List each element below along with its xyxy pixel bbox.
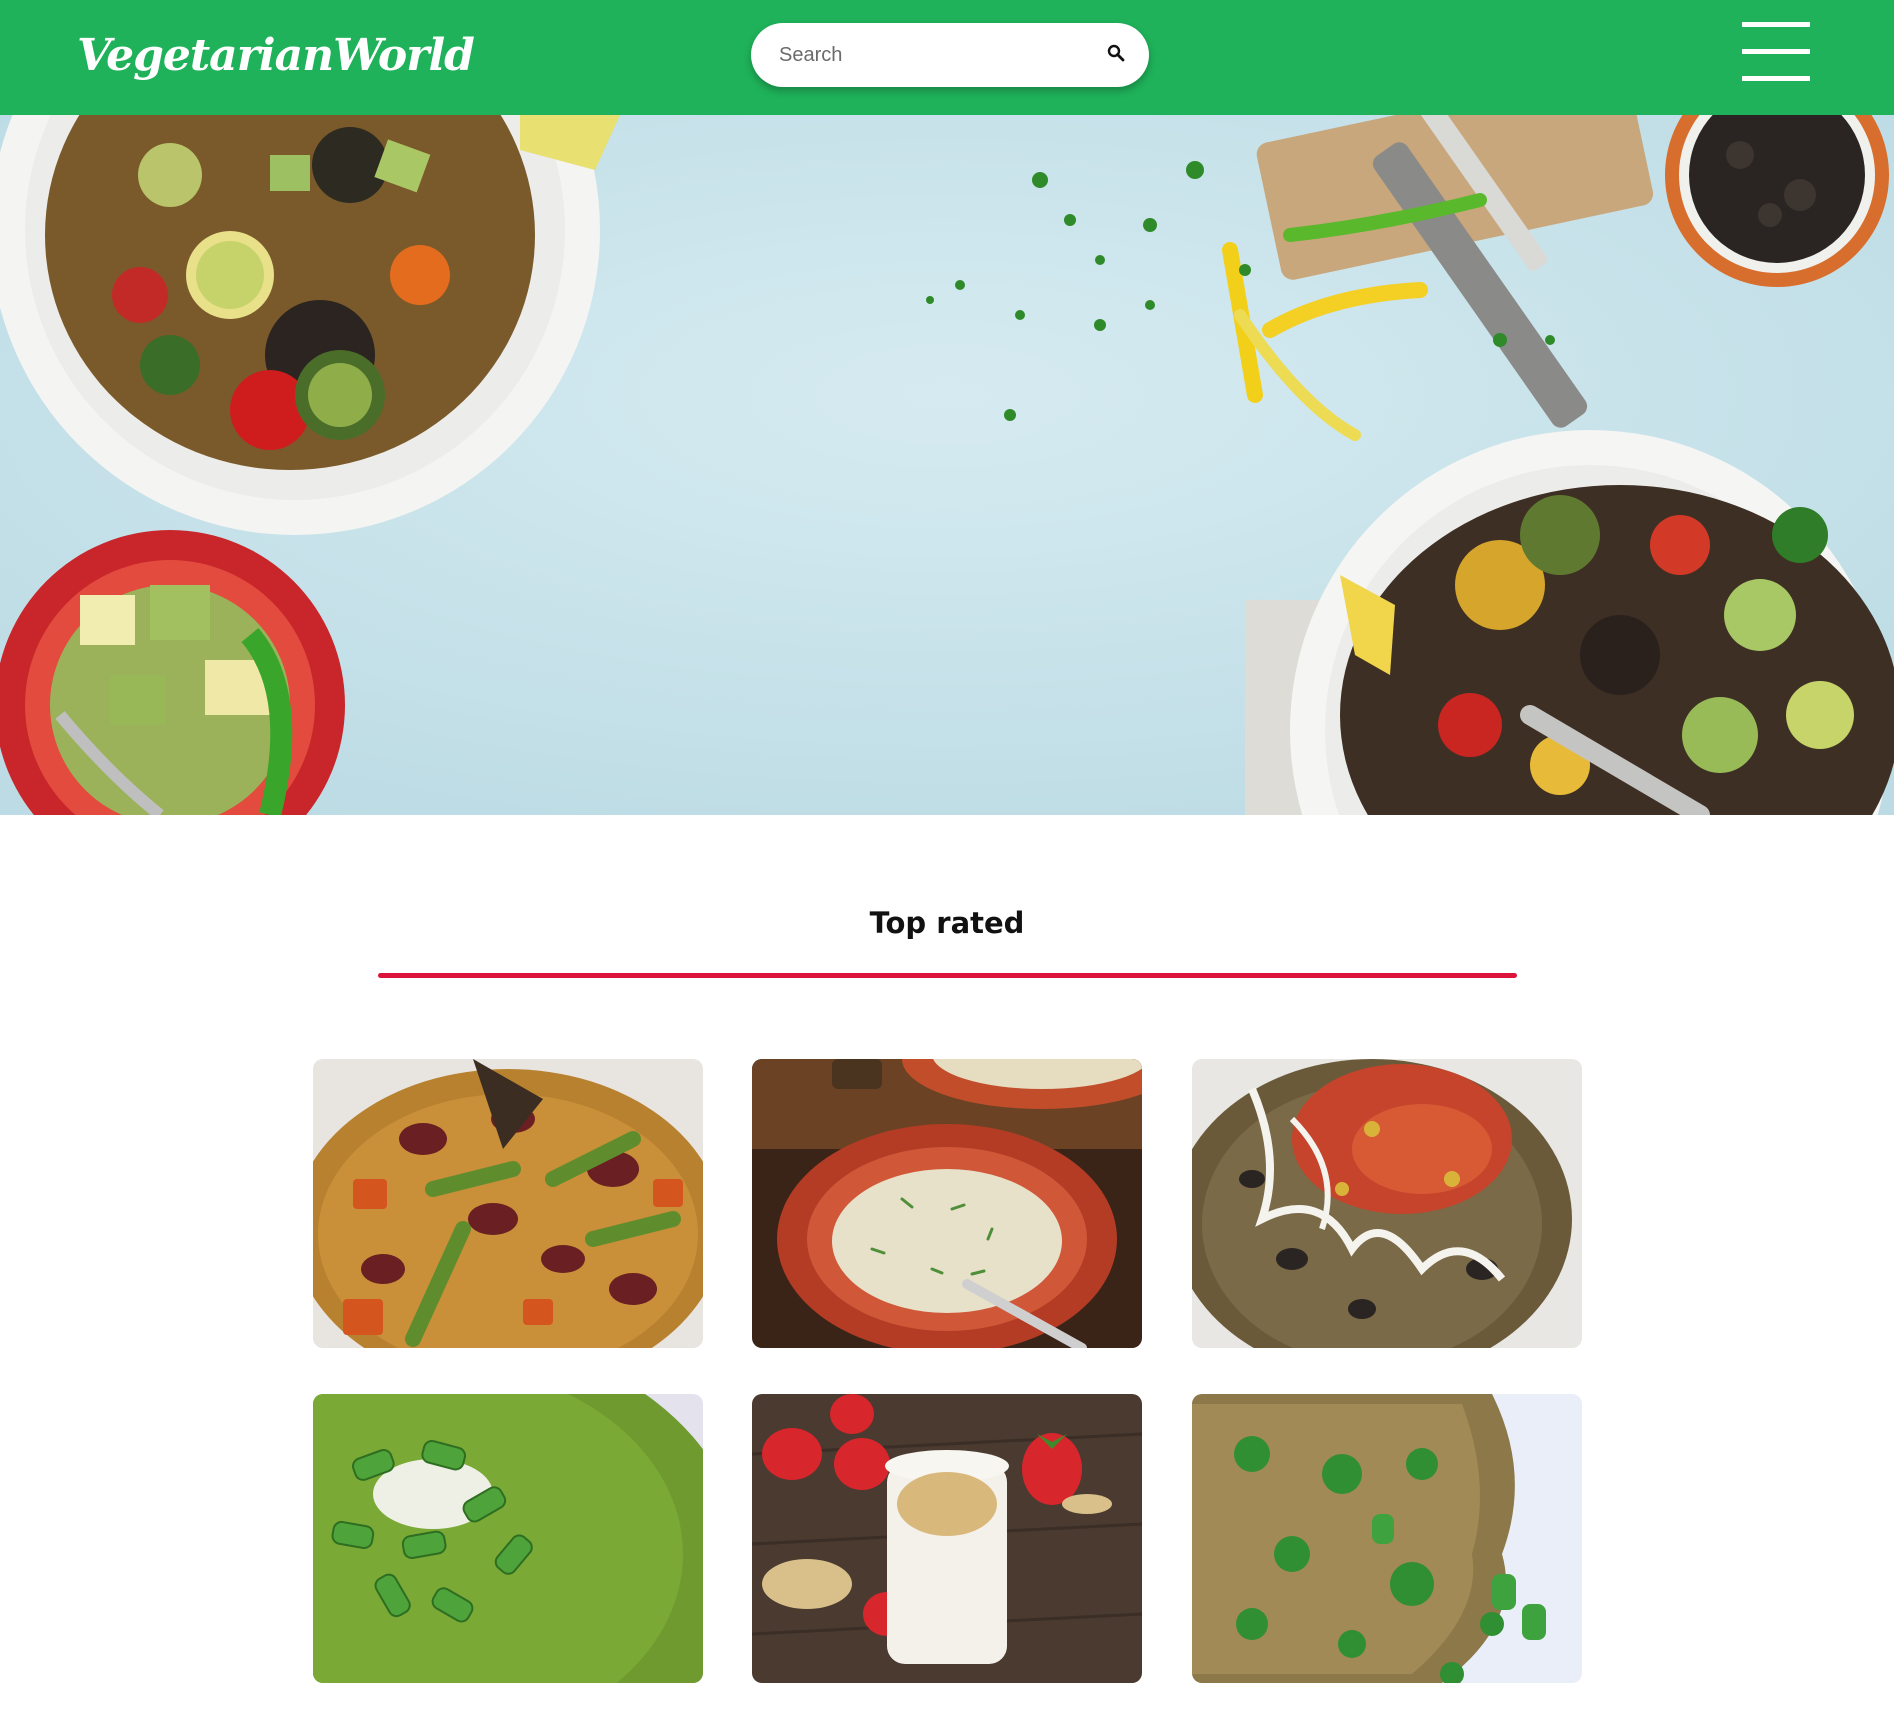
section-title: Top rated xyxy=(869,906,1025,940)
hamburger-menu-icon[interactable] xyxy=(1742,22,1810,82)
recipe-card-6[interactable] xyxy=(1192,1394,1582,1683)
menu-bar xyxy=(1742,49,1810,54)
search-icon[interactable] xyxy=(1104,42,1128,66)
recipe-card-4[interactable] xyxy=(313,1394,703,1683)
menu-bar xyxy=(1742,76,1810,81)
recipe-card-3[interactable] xyxy=(1192,1059,1582,1348)
recipe-image xyxy=(752,1394,1142,1683)
recipe-image xyxy=(1192,1394,1582,1683)
recipe-image xyxy=(752,1059,1142,1348)
site-logo[interactable]: VegetarianWorld xyxy=(77,30,475,81)
recipe-image xyxy=(1192,1059,1582,1348)
recipe-card-5[interactable] xyxy=(752,1394,1142,1683)
recipe-card-1[interactable] xyxy=(313,1059,703,1348)
menu-bar xyxy=(1742,22,1810,27)
section-divider xyxy=(378,973,1517,978)
site-header: VegetarianWorld xyxy=(0,0,1894,115)
hero-banner-image xyxy=(0,115,1894,815)
recipe-image xyxy=(313,1394,703,1683)
recipe-card-2[interactable] xyxy=(752,1059,1142,1348)
search-box[interactable] xyxy=(751,23,1149,87)
recipe-image xyxy=(313,1059,703,1348)
search-input[interactable] xyxy=(779,37,1079,73)
hero-illustration xyxy=(0,115,1894,815)
